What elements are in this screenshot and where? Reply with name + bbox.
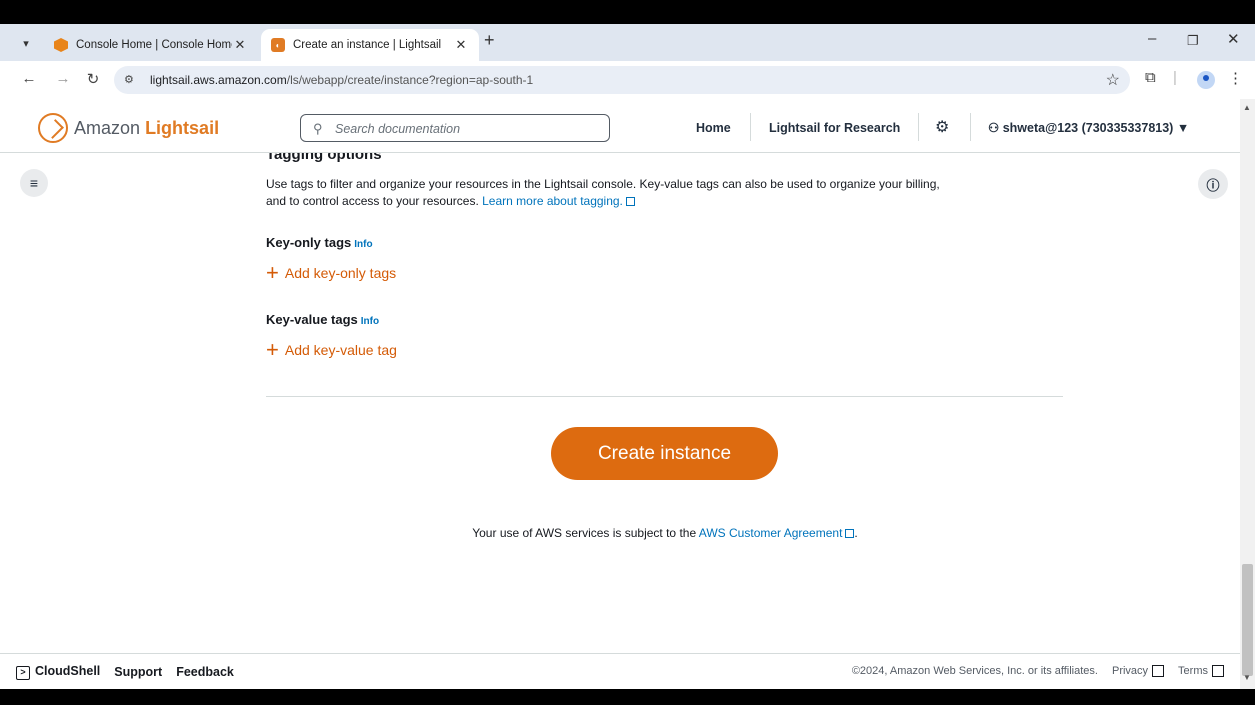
lightsail-favicon-icon: ◐ (271, 38, 285, 52)
extensions-puzzle-icon[interactable]: ⧉ (1145, 69, 1156, 86)
external-link-icon (1152, 665, 1165, 677)
add-key-only-label: Add key-only tags (284, 265, 397, 281)
scroll-down-arrow-icon[interactable]: ▼ (1243, 673, 1251, 682)
external-link-icon (1212, 665, 1224, 677)
browser-menu-icon[interactable]: ⋮ (1228, 69, 1243, 87)
settings-gear-icon[interactable]: ⚙ (935, 117, 949, 137)
add-key-value-label: Add key-value tag (284, 342, 397, 358)
url-text: lightsail.aws.amazon.com/ls/webapp/creat… (150, 73, 533, 87)
lightsail-logo-icon (38, 113, 68, 143)
new-tab-plus-icon[interactable]: + (484, 30, 495, 51)
tagging-options-title: Tagging options (266, 153, 382, 163)
user-icon: ⚇ (988, 121, 1000, 135)
footer-legal: ©2024, Amazon Web Services, Inc. or its … (852, 665, 1224, 677)
page-scrollbar[interactable]: ▲ ▼ (1240, 99, 1255, 689)
close-window-icon[interactable]: ✕ (1227, 30, 1240, 48)
scroll-up-arrow-icon[interactable]: ▲ (1243, 103, 1251, 112)
customer-agreement-notice: Your use of AWS services is subject to t… (0, 526, 1240, 540)
add-key-only-tags-button[interactable]: + Add key-only tags (266, 260, 397, 285)
copyright-text: ©2024, Amazon Web Services, Inc. or its … (851, 665, 1098, 677)
aws-customer-agreement-link[interactable]: AWS Customer Agreement (699, 526, 855, 540)
header-divider (918, 113, 919, 141)
support-link[interactable]: Support (114, 665, 162, 679)
plus-icon: + (266, 337, 279, 362)
learn-more-label: Learn more about tagging. (482, 194, 623, 208)
address-bar[interactable]: ⚙ lightsail.aws.amazon.com/ls/webapp/cre… (114, 66, 1130, 94)
url-path: /ls/webapp/create/instance?region=ap-sou… (286, 73, 534, 87)
documentation-search[interactable]: ⚲ (300, 114, 610, 142)
footer-tools: > CloudShell Support Feedback (16, 664, 248, 680)
agreement-suffix: . (854, 526, 858, 540)
logo-text: Amazon Lightsail (74, 118, 219, 139)
scrollbar-thumb[interactable] (1242, 564, 1253, 676)
aws-console-favicon-icon (54, 38, 68, 52)
cloudshell-icon: > (16, 666, 30, 680)
search-input[interactable] (335, 120, 595, 138)
key-value-tags-title: Key-value tags Info (266, 312, 379, 327)
forward-arrow-icon[interactable]: → (52, 70, 74, 87)
lightsail-header: Amazon Lightsail ⚲ Home Lightsail for Re… (0, 99, 1240, 153)
tagging-description: Use tags to filter and organize your res… (266, 176, 946, 210)
add-key-value-tag-button[interactable]: + Add key-value tag (266, 337, 397, 362)
caret-down-icon: ▼ (1176, 121, 1190, 135)
close-tab-icon[interactable]: ✕ (453, 37, 469, 53)
key-only-tags-title: Key-only tags Info (266, 235, 373, 250)
bottom-black-border (0, 689, 1255, 705)
logo-brand: Lightsail (145, 117, 220, 138)
info-panel-icon[interactable]: ⓘ (1198, 169, 1228, 199)
logo-prefix: Amazon (74, 117, 141, 138)
create-instance-button[interactable]: Create instance (551, 427, 778, 480)
external-link-icon (625, 197, 635, 206)
lightsail-logo[interactable]: Amazon Lightsail (38, 113, 219, 143)
hamburger-menu-icon[interactable]: ≡ (20, 169, 48, 197)
restore-window-icon[interactable]: ❐ (1187, 33, 1199, 49)
back-arrow-icon[interactable]: ← (18, 70, 40, 87)
cloudshell-button[interactable]: > CloudShell (16, 664, 100, 680)
url-domain: lightsail.aws.amazon.com (150, 73, 287, 87)
browser-tab-strip: ▾ Console Home | Console Home ✕ ◐ Create… (0, 24, 1255, 61)
key-value-info-link[interactable]: Info (361, 316, 379, 327)
browser-toolbar: ← → ↻ ⚙ lightsail.aws.amazon.com/ls/weba… (0, 61, 1255, 99)
user-label: shweta@123 (730335337813) (1002, 121, 1174, 135)
terms-label: Terms (1178, 665, 1208, 677)
key-only-title-text: Key-only tags (266, 235, 352, 250)
tab-title: Create an instance | Lightsail (293, 39, 442, 51)
user-account-menu[interactable]: ⚇ shweta@123 (730335337813) ▼ (988, 120, 1189, 135)
browser-tab-create-instance[interactable]: ◐ Create an instance | Lightsail ✕ (261, 29, 479, 61)
tab-search-chevron-icon[interactable]: ▾ (14, 32, 38, 54)
minimize-window-icon[interactable]: – (1148, 30, 1156, 47)
console-footer: > CloudShell Support Feedback ©2024, Amaz… (0, 653, 1240, 689)
main-content: ≡ ⓘ Tagging options Use tags to filter a… (0, 153, 1240, 653)
search-icon: ⚲ (313, 121, 323, 136)
toolbar-divider: | (1173, 69, 1177, 86)
key-value-title-text: Key-value tags (266, 312, 358, 327)
feedback-link[interactable]: Feedback (176, 665, 234, 679)
nav-lightsail-for-research[interactable]: Lightsail for Research (769, 121, 900, 135)
site-settings-icon[interactable]: ⚙ (124, 73, 134, 86)
privacy-label: Privacy (1111, 665, 1149, 677)
plus-icon: + (266, 260, 279, 285)
section-divider (266, 396, 1063, 397)
bookmark-star-icon[interactable]: ☆ (1106, 70, 1120, 90)
reload-icon[interactable]: ↻ (82, 70, 104, 88)
close-tab-icon[interactable]: ✕ (232, 37, 248, 53)
key-only-info-link[interactable]: Info (354, 239, 372, 250)
agreement-link-label: AWS Customer Agreement (698, 526, 843, 540)
nav-home[interactable]: Home (696, 121, 731, 135)
agreement-prefix: Your use of AWS services is subject to t… (472, 526, 697, 540)
terms-link[interactable]: Terms (1178, 665, 1224, 677)
top-black-border (0, 0, 1255, 24)
header-divider (970, 113, 971, 141)
browser-tab-console-home[interactable]: Console Home | Console Home ✕ (44, 29, 258, 61)
cloudshell-label: CloudShell (35, 664, 101, 678)
privacy-link[interactable]: Privacy (1111, 665, 1165, 677)
header-divider (750, 113, 751, 141)
tab-title: Console Home | Console Home (76, 39, 232, 51)
learn-more-tagging-link[interactable]: Learn more about tagging. (482, 194, 635, 208)
profile-avatar-icon[interactable] (1197, 71, 1215, 89)
external-link-icon (845, 529, 855, 538)
